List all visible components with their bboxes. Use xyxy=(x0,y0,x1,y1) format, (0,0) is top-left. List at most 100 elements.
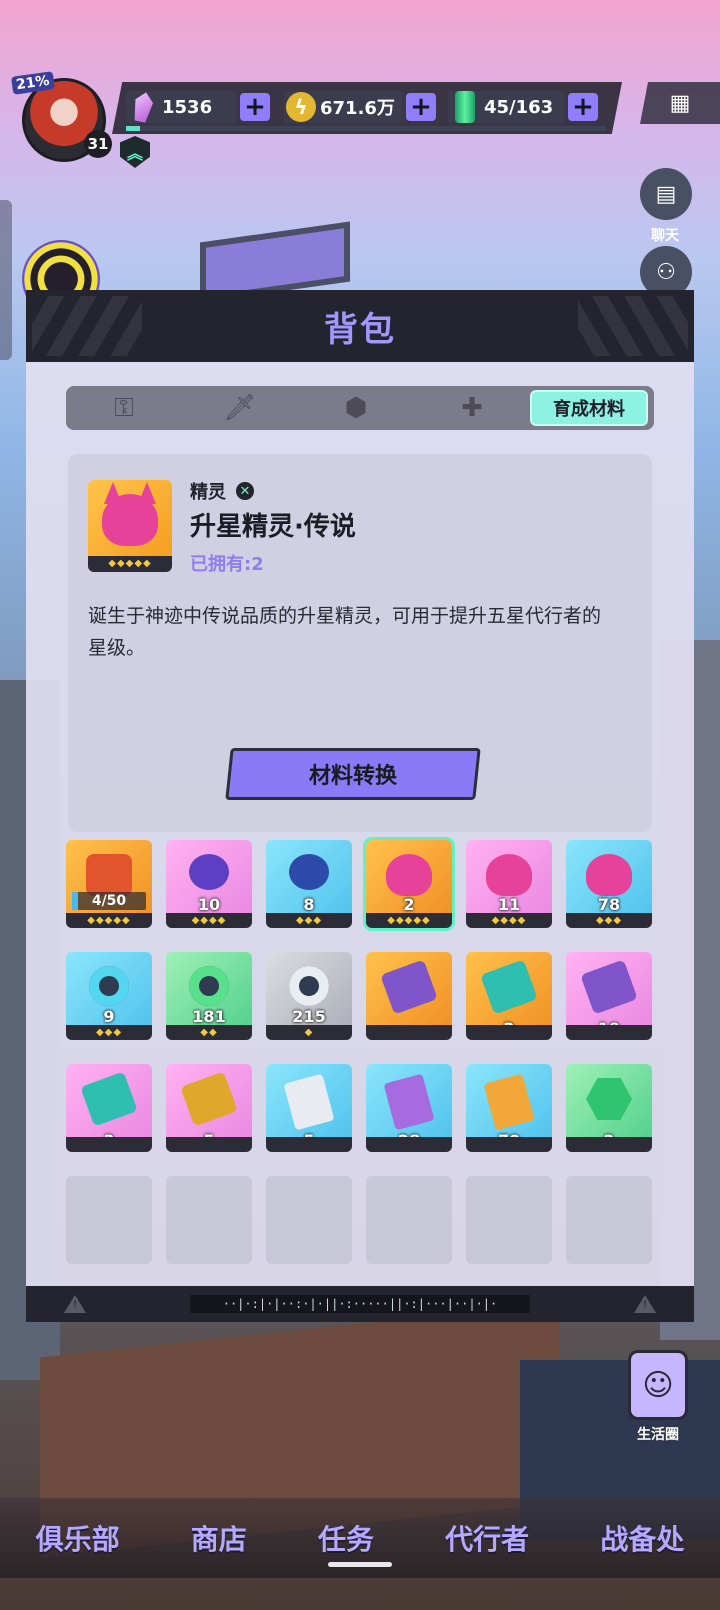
header-chevron-decoration-left xyxy=(32,296,142,356)
inventory-item[interactable]: 9 ◆◆◆ xyxy=(66,952,152,1040)
inventory-grid: 4/50 ◆◆◆◆◆ 10 ◆◆◆◆ 8 ◆◆◆ 2 ◆◆◆◆◆ 11 ◆◆◆◆ 78 ◆◆◆ 9 ◆◆◆… xyxy=(66,837,654,1264)
chat-label: 聊天 xyxy=(651,228,679,244)
item-stars: ◆◆◆◆ xyxy=(466,913,552,928)
item-count: 9 xyxy=(103,1007,115,1026)
nav-agents[interactable]: 代行者 xyxy=(445,1518,529,1558)
tab-puzzle[interactable]: ✚ xyxy=(414,386,530,430)
smiley-phone-icon: ☺ xyxy=(628,1350,688,1420)
nav-club[interactable]: 俱乐部 xyxy=(36,1518,120,1558)
item-icon xyxy=(189,966,229,1006)
inventory-item[interactable]: 78 ◆◆◆ xyxy=(566,840,652,928)
panel-header: 背包 xyxy=(26,290,694,362)
item-count: 10 xyxy=(197,895,221,914)
resource-coin: ϟ 671.6万 + xyxy=(284,88,436,126)
inventory-item[interactable]: 11 ◆◆◆◆ xyxy=(466,840,552,928)
item-icon xyxy=(586,1078,632,1120)
life-circle-button[interactable]: ☺ 生活圈 xyxy=(622,1350,694,1444)
item-icon xyxy=(289,966,329,1006)
item-icon xyxy=(486,854,532,896)
player-level: 31 xyxy=(84,130,112,158)
inventory-item[interactable]: 215 ◆ xyxy=(266,952,352,1040)
item-count: 2 xyxy=(403,895,415,914)
item-icon xyxy=(380,959,438,1015)
crystal-icon xyxy=(126,88,160,126)
item-stars: ◆◆◆◆ xyxy=(166,913,252,928)
item-detail-card: ◆◆◆◆◆ 精灵 ✕ 升星精灵·传说 已拥有:2 诞生于神迹中传说品质的升星精灵… xyxy=(68,454,652,832)
item-stars: ◆◆ xyxy=(166,1025,252,1040)
item-footer-bar xyxy=(366,1025,452,1040)
lock-tag-icon: ⚿ xyxy=(114,392,134,423)
warning-icon-left: ! xyxy=(64,1295,86,1313)
item-count: 11 xyxy=(497,895,521,914)
item-stars: ◆◆◆◆◆ xyxy=(66,913,152,928)
item-icon xyxy=(180,1071,238,1127)
inventory-item[interactable]: 70 xyxy=(466,1064,552,1152)
item-icon xyxy=(586,854,632,896)
item-icon xyxy=(386,854,432,896)
nav-shop[interactable]: 商店 xyxy=(191,1518,247,1558)
item-stars: ◆ xyxy=(266,1025,352,1040)
item-footer-bar xyxy=(466,1025,552,1040)
inventory-item[interactable]: 4/50 ◆◆◆◆◆ xyxy=(66,840,152,928)
nav-armory[interactable]: 战备处 xyxy=(600,1518,684,1558)
inventory-item[interactable]: 28 xyxy=(366,1064,452,1152)
item-stars: ◆◆◆ xyxy=(266,913,352,928)
rank-badge-icon[interactable]: ︽ xyxy=(120,136,150,168)
decorative-tape: ··|·:|·|··:·|·||·:·····||·:|···|··|·|· xyxy=(190,1295,530,1313)
energy-coin-icon: ϟ xyxy=(284,88,318,126)
item-icon xyxy=(189,854,229,890)
hexagon-icon: ⬢ xyxy=(344,393,368,423)
backpack-panel: 背包 ⚿ 🗡 ⬢ ✚ 育成材料 ◆◆◆◆◆ 精灵 ✕ 升星精灵·传说 已拥有:2… xyxy=(26,290,694,1322)
chat-button[interactable]: ▤ xyxy=(640,168,692,220)
item-icon xyxy=(80,1071,138,1127)
item-count: 215 xyxy=(292,1007,326,1026)
player-avatar[interactable]: 21% 31 xyxy=(10,71,112,164)
header-chevron-decoration-right xyxy=(578,296,688,356)
inventory-slot-empty xyxy=(366,1176,452,1264)
inventory-item[interactable]: 19 xyxy=(566,952,652,1040)
item-category-label: 精灵 xyxy=(190,482,226,503)
inventory-item[interactable]: 8 ◆◆◆ xyxy=(266,840,352,928)
material-convert-button[interactable]: 材料转换 xyxy=(225,748,481,800)
inventory-slot-empty xyxy=(566,1176,652,1264)
item-progress-bar: 4/50 xyxy=(72,892,146,910)
left-edge-handle[interactable] xyxy=(0,200,12,360)
add-coin-button[interactable]: + xyxy=(406,93,436,121)
inventory-item[interactable]: 2 xyxy=(466,952,552,1040)
item-category: 精灵 ✕ xyxy=(190,478,254,504)
inventory-item[interactable]: 5 xyxy=(166,1064,252,1152)
main-menu-button[interactable]: ▦ xyxy=(640,82,720,124)
material-convert-label: 材料转换 xyxy=(308,764,397,789)
item-icon xyxy=(483,1073,535,1131)
inventory-item[interactable]: 2 ◆◆◆◆◆ xyxy=(363,837,455,931)
resource-battery: 45/163 + xyxy=(448,88,598,126)
inventory-item[interactable] xyxy=(366,952,452,1040)
resource-crystal: 1536 + xyxy=(126,88,270,126)
rank-chevron: ︽ xyxy=(126,144,143,163)
grid-menu-icon: ▦ xyxy=(669,90,691,116)
item-footer-bar xyxy=(166,1137,252,1152)
add-crystal-button[interactable]: + xyxy=(240,93,270,121)
inventory-slot-empty xyxy=(166,1176,252,1264)
nav-tasks[interactable]: 任务 xyxy=(318,1518,374,1558)
inventory-slot-empty xyxy=(66,1176,152,1264)
item-footer-bar xyxy=(566,1025,652,1040)
inventory-item[interactable]: 5 xyxy=(266,1064,352,1152)
item-owned-count: 已拥有:2 xyxy=(190,554,264,575)
inventory-item[interactable]: 3 xyxy=(66,1064,152,1152)
inventory-item[interactable]: 181 ◆◆ xyxy=(166,952,252,1040)
tab-lock-tag[interactable]: ⚿ xyxy=(66,386,182,430)
item-icon xyxy=(289,854,329,890)
tab-equipment[interactable]: 🗡 xyxy=(182,386,298,430)
life-circle-label: 生活圈 xyxy=(637,1427,679,1443)
tab-growth-materials[interactable]: 育成材料 xyxy=(530,390,648,426)
item-stars: ◆◆◆ xyxy=(66,1025,152,1040)
home-indicator[interactable] xyxy=(328,1562,392,1567)
inventory-item[interactable]: 2 xyxy=(566,1064,652,1152)
add-battery-button[interactable]: + xyxy=(568,93,598,121)
item-footer-bar xyxy=(266,1137,352,1152)
puzzle-icon: ✚ xyxy=(461,393,483,423)
tab-hexagon[interactable]: ⬢ xyxy=(298,386,414,430)
inventory-item[interactable]: 10 ◆◆◆◆ xyxy=(166,840,252,928)
panel-footer: ! ··|·:|·|··:·|·||·:·····||·:|···|··|·|·… xyxy=(26,1286,694,1322)
